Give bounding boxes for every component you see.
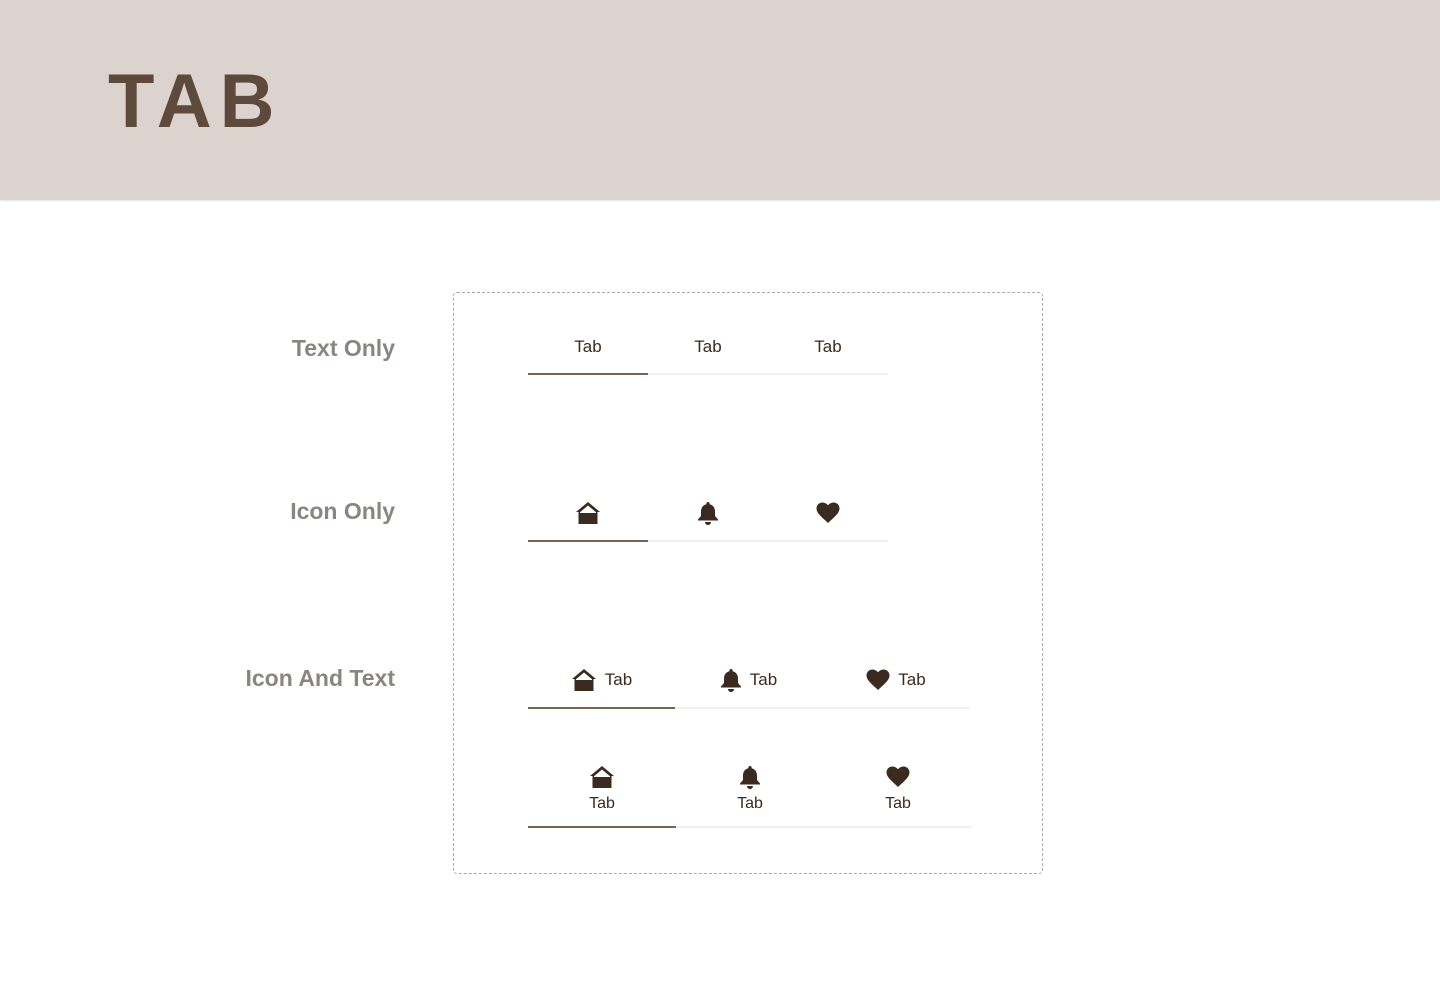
heart-icon xyxy=(816,502,840,524)
tab-label: Tab xyxy=(814,336,842,356)
tab-stacked-heart[interactable]: Tab xyxy=(824,760,972,826)
tab-label: Tab xyxy=(604,670,633,689)
tab-label: Tab xyxy=(898,670,926,689)
tab-label: Tab xyxy=(737,795,763,812)
row-label-icon-and-text: Icon And Text xyxy=(245,665,396,691)
tab-label: Tab xyxy=(694,336,722,356)
bell-icon xyxy=(720,668,742,692)
tab-text-2[interactable]: Tab xyxy=(648,320,768,373)
tab-label: Tab xyxy=(589,795,615,812)
tab-icon-home[interactable] xyxy=(528,486,648,542)
home-icon xyxy=(575,501,601,525)
bell-icon xyxy=(739,765,761,789)
heart-icon xyxy=(886,765,910,789)
tab-inline-home[interactable]: Tab xyxy=(528,653,675,709)
tab-inline-bell[interactable]: Tab xyxy=(675,653,822,707)
page-header: TAB xyxy=(0,0,1440,200)
tab-label: Tab xyxy=(749,670,778,689)
tabbar-icon-text-stacked: Tab Tab Tab xyxy=(528,760,972,828)
tab-stacked-home[interactable]: Tab xyxy=(528,760,676,828)
tab-text-3[interactable]: Tab xyxy=(768,320,888,373)
tab-label: Tab xyxy=(885,795,911,812)
page-title: TAB xyxy=(108,59,283,144)
home-icon xyxy=(571,668,597,692)
tab-stacked-bell[interactable]: Tab xyxy=(676,760,824,826)
heart-icon xyxy=(866,669,890,691)
tab-text-1[interactable]: Tab xyxy=(528,320,648,375)
tab-icon-heart[interactable] xyxy=(768,486,888,540)
tab-label: Tab xyxy=(574,336,602,356)
tabbar-icon-only xyxy=(528,486,888,542)
tabbar-icon-text-inline: Tab Tab Tab xyxy=(528,653,970,709)
row-label-icon-only: Icon Only xyxy=(290,498,395,524)
tab-icon-bell[interactable] xyxy=(648,486,768,540)
home-icon xyxy=(589,765,615,789)
bell-icon xyxy=(697,501,719,525)
tabbar-text-only: Tab Tab Tab xyxy=(528,320,888,375)
tab-inline-heart[interactable]: Tab xyxy=(822,653,970,707)
row-label-text-only: Text Only xyxy=(291,335,395,361)
